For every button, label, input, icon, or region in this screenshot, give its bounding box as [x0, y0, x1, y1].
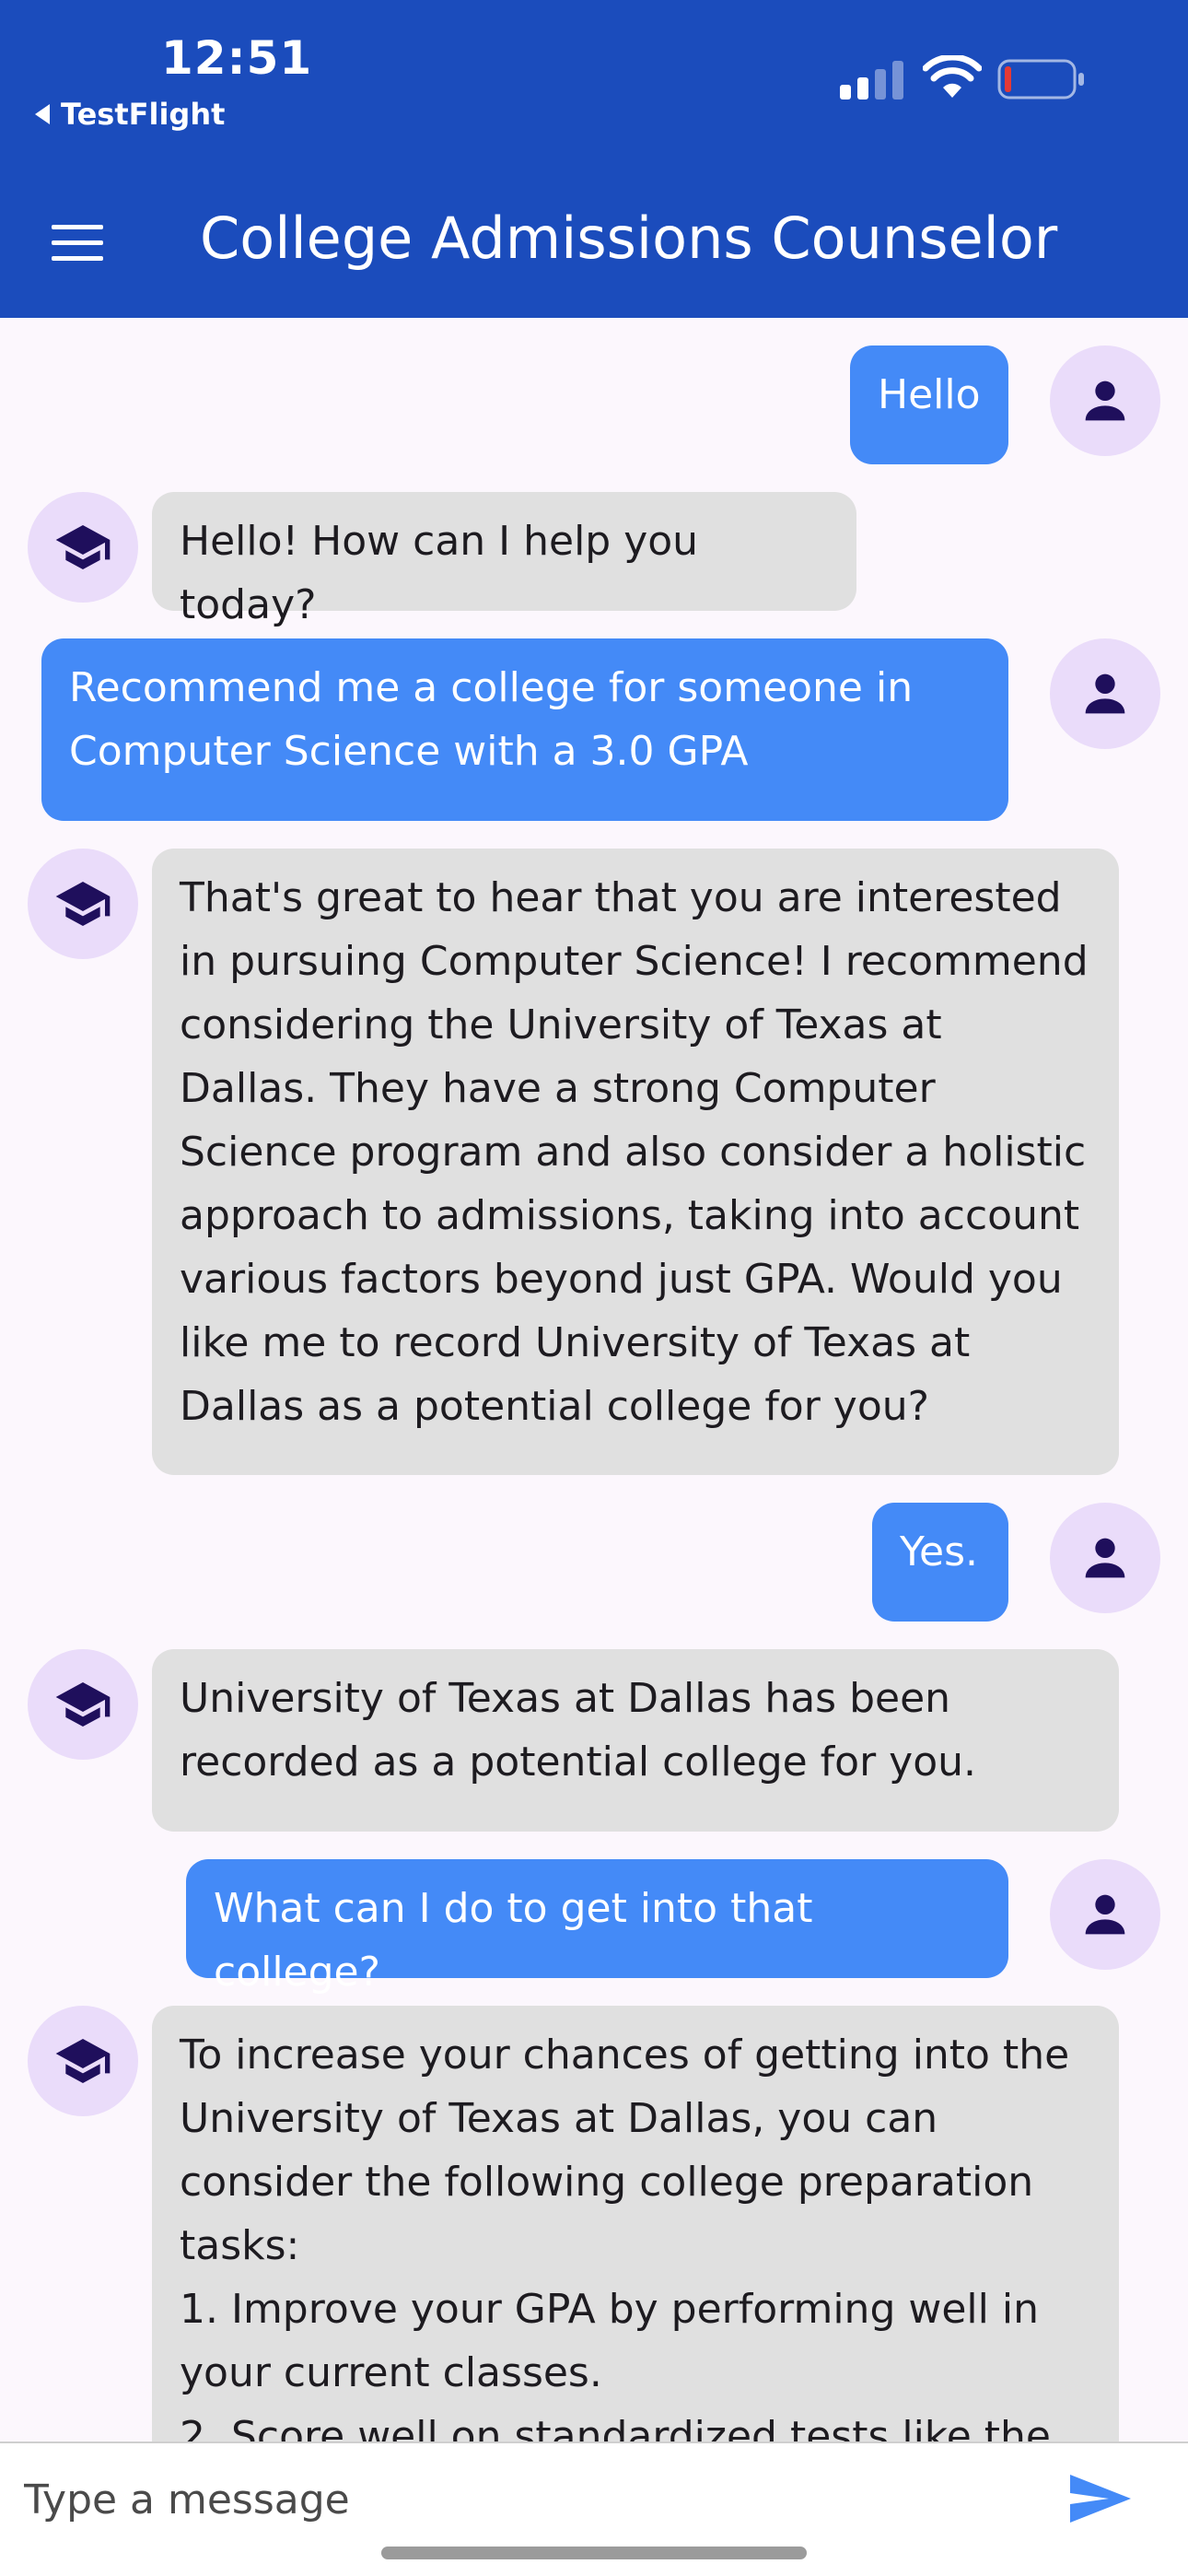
- chat-thread[interactable]: Hello Hello! How can I help you today? R…: [0, 318, 1188, 2441]
- home-indicator: [381, 2547, 807, 2559]
- user-avatar: [1050, 1859, 1160, 1970]
- message-composer: [0, 2441, 1188, 2576]
- user-avatar: [1050, 1503, 1160, 1613]
- user-message-bubble: Hello: [850, 345, 1008, 464]
- person-icon: [1085, 381, 1125, 421]
- bot-message-bubble: That's great to hear that you are intere…: [152, 849, 1119, 1475]
- user-avatar: [1050, 345, 1160, 456]
- graduation-cap-icon: [55, 1682, 111, 1727]
- back-arrow-icon: [35, 104, 50, 124]
- bot-avatar: [28, 492, 138, 603]
- send-icon[interactable]: [1068, 2471, 1133, 2526]
- graduation-cap-icon: [55, 882, 111, 926]
- back-app-label: TestFlight: [61, 97, 226, 132]
- graduation-cap-icon: [55, 525, 111, 569]
- bot-avatar: [28, 2006, 138, 2116]
- bot-message-bubble: Hello! How can I help you today?: [152, 492, 856, 628]
- bot-message-bubble: University of Texas at Dallas has been r…: [152, 1649, 1119, 1832]
- status-time: 12:51: [161, 31, 313, 85]
- wifi-icon: [923, 55, 982, 98]
- user-message-bubble: Recommend me a college for someone in Co…: [41, 638, 1008, 821]
- graduation-cap-icon: [55, 2039, 111, 2083]
- hamburger-menu-icon[interactable]: [52, 225, 103, 262]
- bot-avatar: [28, 849, 138, 959]
- bot-avatar: [28, 1649, 138, 1760]
- user-message-bubble: What can I do to get into that college?: [186, 1859, 1008, 1996]
- person-icon: [1085, 673, 1125, 714]
- user-message-bubble: Yes.: [872, 1503, 1008, 1622]
- back-to-app-link[interactable]: TestFlight: [35, 97, 225, 132]
- person-icon: [1085, 1894, 1125, 1935]
- message-input[interactable]: [22, 2462, 1039, 2537]
- user-avatar: [1050, 638, 1160, 749]
- cellular-signal-icon: [840, 61, 903, 100]
- app-bar: 12:51 TestFlight College Admissions Coun…: [0, 0, 1188, 318]
- bot-message-bubble: To increase your chances of getting into…: [152, 2006, 1119, 2441]
- page-title: College Admissions Counselor: [200, 205, 1058, 272]
- battery-low-icon: [997, 59, 1084, 100]
- person-icon: [1085, 1538, 1125, 1578]
